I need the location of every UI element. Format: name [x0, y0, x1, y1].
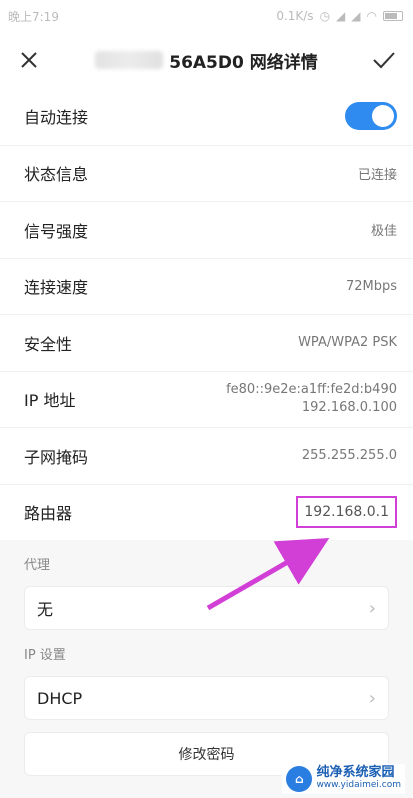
- row-value: 72Mbps: [345, 278, 397, 294]
- battery-icon: [383, 11, 403, 21]
- proxy-label: 代理: [24, 558, 51, 573]
- row-subnet: 子网掩码 255.255.255.0: [0, 427, 413, 484]
- ipv4-value: 192.168.0.100: [301, 400, 397, 416]
- signal-icon: ◢: [336, 9, 346, 23]
- watermark-logo: ⌂ 纯净系统家园 www.yidaimei.com: [282, 764, 405, 794]
- close-button[interactable]: [14, 45, 44, 75]
- row-label: 安全性: [24, 334, 73, 354]
- ip-settings-label: IP 设置: [24, 648, 66, 663]
- row-label: 状态信息: [24, 165, 89, 185]
- watermark-icon: ⌂: [286, 766, 313, 792]
- ip-settings-value: DHCP: [37, 688, 83, 708]
- wifi-icon: ◠: [366, 9, 377, 23]
- clock-icon: ◷: [319, 9, 331, 23]
- row-value: 已连接: [357, 167, 397, 183]
- modify-password-label: 修改密码: [178, 747, 235, 763]
- network-speed: 0.1K/s: [276, 9, 314, 23]
- chevron-right-icon: ›: [368, 687, 376, 709]
- row-label: 路由器: [24, 504, 73, 524]
- header: 56A5D0 网络详情: [0, 32, 413, 88]
- proxy-select[interactable]: 无 ›: [24, 586, 389, 630]
- row-ip-address: IP 地址 fe80::9e2e:a1ff:fe2d:b490 192.168.…: [0, 370, 413, 428]
- proxy-section: 代理 无 ›: [0, 540, 413, 630]
- status-bar: 晚上7:19 0.1K/s ◷ ◢ ◢ ◠: [0, 0, 413, 32]
- row-label: 自动连接: [24, 108, 89, 128]
- row-value: 极佳: [370, 224, 397, 240]
- row-label: 连接速度: [24, 278, 89, 298]
- proxy-value: 无: [37, 600, 54, 619]
- row-value: WPA/WPA2 PSK: [298, 335, 397, 351]
- row-router: 路由器 192.168.0.1: [0, 483, 413, 541]
- ip-settings-select[interactable]: DHCP ›: [24, 676, 389, 720]
- toggle-knob: [372, 105, 394, 128]
- row-status: 状态信息 已连接: [0, 144, 413, 202]
- watermark-text: 纯净系统家园 www.yidaimei.com: [316, 766, 401, 792]
- watermark-url: www.yidaimei.com: [316, 780, 401, 790]
- close-icon: [21, 52, 37, 68]
- check-icon: [373, 52, 395, 69]
- row-value: fe80::9e2e:a1ff:fe2d:b490 192.168.0.100: [226, 381, 397, 417]
- ipv6-value: fe80::9e2e:a1ff:fe2d:b490: [226, 382, 397, 398]
- status-icons: 0.1K/s ◷ ◢ ◢ ◠: [276, 9, 403, 23]
- detail-list: 自动连接 状态信息 已连接 信号强度 极佳 连接速度 72Mbps 安全性 WP…: [0, 88, 413, 540]
- row-speed: 连接速度 72Mbps: [0, 257, 413, 315]
- row-label: 信号强度: [24, 221, 89, 241]
- chevron-right-icon: ›: [368, 597, 376, 619]
- blurred-ssid: [95, 51, 164, 69]
- row-label: 子网掩码: [24, 447, 89, 467]
- signal-icon: ◢: [351, 9, 361, 23]
- status-time: 晚上7:19: [8, 9, 59, 24]
- row-label: IP 地址: [24, 391, 76, 411]
- page-title: 56A5D0 网络详情: [169, 52, 318, 73]
- title-wrap: 56A5D0 网络详情: [44, 48, 369, 73]
- router-value-highlight: 192.168.0.1: [296, 496, 397, 529]
- confirm-button[interactable]: [369, 45, 399, 75]
- auto-connect-toggle[interactable]: [345, 102, 397, 131]
- row-signal: 信号强度 极佳: [0, 201, 413, 258]
- row-value: 255.255.255.0: [301, 448, 397, 464]
- watermark-title: 纯净系统家园: [316, 765, 395, 780]
- ip-settings-section: IP 设置 DHCP › 修改密码: [0, 630, 413, 776]
- row-security: 安全性 WPA/WPA2 PSK: [0, 314, 413, 371]
- row-auto-connect: 自动连接: [0, 88, 413, 145]
